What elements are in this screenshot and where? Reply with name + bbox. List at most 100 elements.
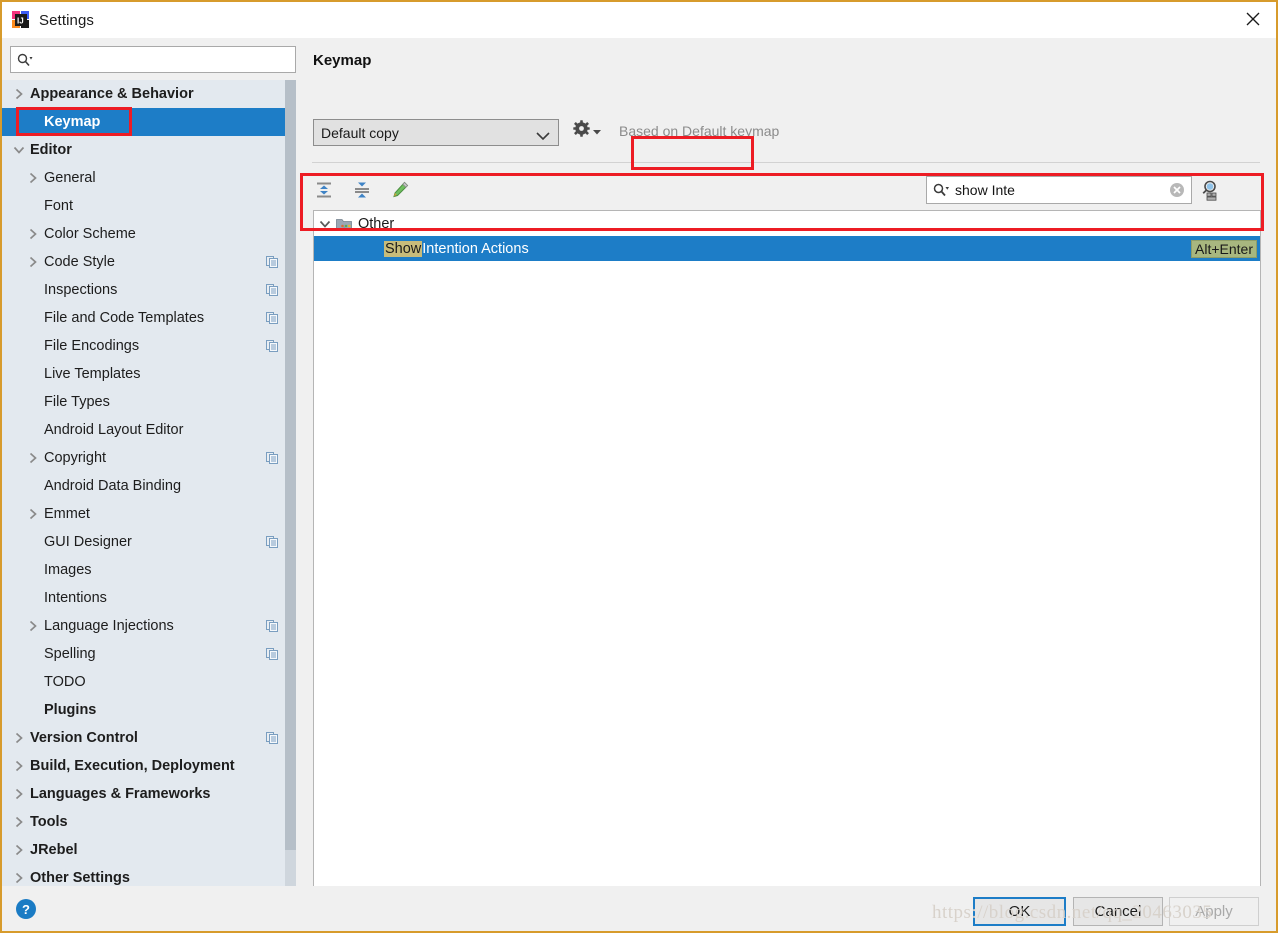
intellij-idea-icon: IJ xyxy=(11,10,31,30)
sidebar-item-android-layout-editor[interactable]: Android Layout Editor xyxy=(2,416,296,444)
keymap-panel: Keymap Default copyDefaultEclipseEmacsNe… xyxy=(297,38,1276,902)
based-on-label: Based on Default keymap xyxy=(619,123,780,139)
chevron-right-icon[interactable] xyxy=(24,452,42,464)
sidebar-item-general[interactable]: General xyxy=(2,164,296,192)
sidebar-scrollbar[interactable] xyxy=(285,80,296,886)
sidebar-item-label: Copyright xyxy=(44,450,107,466)
help-button[interactable]: ? xyxy=(16,899,36,919)
sidebar-item-label: Inspections xyxy=(44,282,118,298)
sidebar-item-language-injections[interactable]: Language Injections xyxy=(2,612,296,640)
shortcut-badge: Alt+Enter xyxy=(1191,239,1257,258)
sidebar-item-tools[interactable]: Tools xyxy=(2,808,296,836)
sidebar-item-label: Color Scheme xyxy=(44,226,136,242)
result-action-row[interactable]: Show Intention Actions Alt+Enter xyxy=(314,236,1260,261)
sidebar-item-other-settings[interactable]: Other Settings xyxy=(2,864,296,886)
sidebar-item-editor[interactable]: Editor xyxy=(2,136,296,164)
sidebar-item-build-execution-deployment[interactable]: Build, Execution, Deployment xyxy=(2,752,296,780)
sidebar-item-label: Images xyxy=(44,562,92,578)
copy-settings-icon[interactable] xyxy=(266,648,278,660)
sidebar-item-label: GUI Designer xyxy=(44,534,132,550)
copy-settings-icon[interactable] xyxy=(266,340,278,352)
sidebar-item-code-style[interactable]: Code Style xyxy=(2,248,296,276)
collapse-all-icon[interactable] xyxy=(351,179,373,201)
sidebar-item-copyright[interactable]: Copyright xyxy=(2,444,296,472)
find-by-shortcut-icon[interactable] xyxy=(1199,179,1221,201)
sidebar-item-jrebel[interactable]: JRebel xyxy=(2,836,296,864)
cancel-button[interactable]: Cancel xyxy=(1073,897,1163,926)
keymap-results-tree[interactable]: Other Show Intention Actions Alt+Enter xyxy=(313,210,1261,902)
svg-text:IJ: IJ xyxy=(17,17,24,26)
copy-settings-icon[interactable] xyxy=(266,536,278,548)
sidebar-item-intentions[interactable]: Intentions xyxy=(2,584,296,612)
shortcut-search-box[interactable] xyxy=(926,176,1192,204)
copy-settings-icon[interactable] xyxy=(266,284,278,296)
search-input[interactable] xyxy=(33,48,295,71)
sidebar-item-version-control[interactable]: Version Control xyxy=(2,724,296,752)
sidebar-item-languages-frameworks[interactable]: Languages & Frameworks xyxy=(2,780,296,808)
sidebar-item-file-types[interactable]: File Types xyxy=(2,388,296,416)
sidebar-item-emmet[interactable]: Emmet xyxy=(2,500,296,528)
sidebar-item-label: Font xyxy=(44,198,74,214)
chevron-right-icon[interactable] xyxy=(24,172,42,184)
keymap-settings-gear-button[interactable] xyxy=(573,120,601,142)
ok-button[interactable]: OK xyxy=(973,897,1066,926)
search-match-highlight: Show xyxy=(384,240,423,257)
sidebar-item-inspections[interactable]: Inspections xyxy=(2,276,296,304)
chevron-right-icon[interactable] xyxy=(24,508,42,520)
sidebar-item-gui-designer[interactable]: GUI Designer xyxy=(2,528,296,556)
edit-shortcut-icon[interactable] xyxy=(389,179,411,201)
sidebar-item-label: Editor xyxy=(30,142,72,158)
settings-dialog-window: IJ Settings Appearance & Behavior Keymap E… xyxy=(0,0,1278,933)
keymap-select-wrapper[interactable]: Default copyDefaultEclipseEmacsNetBeans … xyxy=(313,119,559,146)
copy-settings-icon[interactable] xyxy=(266,620,278,632)
expand-all-icon[interactable] xyxy=(313,179,335,201)
chevron-right-icon[interactable] xyxy=(24,228,42,240)
sidebar-item-spelling[interactable]: Spelling xyxy=(2,640,296,668)
settings-category-tree[interactable]: Appearance & Behavior Keymap Editor General… xyxy=(2,80,296,886)
chevron-right-icon[interactable] xyxy=(24,256,42,268)
settings-search-box[interactable] xyxy=(10,46,296,73)
chevron-right-icon[interactable] xyxy=(10,760,28,772)
chevron-down-icon[interactable] xyxy=(314,219,336,229)
page-title: Keymap xyxy=(313,52,372,69)
chevron-down-icon[interactable] xyxy=(10,145,28,155)
copy-settings-icon[interactable] xyxy=(266,312,278,324)
chevron-right-icon[interactable] xyxy=(24,620,42,632)
keymap-toolbar[interactable] xyxy=(313,176,411,204)
sidebar-item-label: Live Templates xyxy=(44,366,141,382)
sidebar-item-images[interactable]: Images xyxy=(2,556,296,584)
keymap-select[interactable]: Default copyDefaultEclipseEmacsNetBeans … xyxy=(313,119,559,146)
copy-settings-icon[interactable] xyxy=(266,732,278,744)
chevron-right-icon[interactable] xyxy=(10,872,28,884)
search-icon xyxy=(17,53,33,67)
chevron-right-icon[interactable] xyxy=(10,844,28,856)
chevron-right-icon[interactable] xyxy=(10,732,28,744)
shortcut-search-input[interactable] xyxy=(950,179,1169,201)
close-icon[interactable] xyxy=(1230,2,1276,36)
sidebar-item-appearance-behavior[interactable]: Appearance & Behavior xyxy=(2,80,296,108)
copy-settings-icon[interactable] xyxy=(266,256,278,268)
sidebar-item-label: File Encodings xyxy=(44,338,140,354)
sidebar-item-label: Plugins xyxy=(44,702,97,718)
chevron-right-icon[interactable] xyxy=(10,88,28,100)
sidebar-item-plugins[interactable]: Plugins xyxy=(2,696,296,724)
sidebar-item-keymap[interactable]: Keymap xyxy=(2,108,296,136)
sidebar-item-label: Spelling xyxy=(44,646,96,662)
sidebar-item-font[interactable]: Font xyxy=(2,192,296,220)
copy-settings-icon[interactable] xyxy=(266,452,278,464)
sidebar-item-android-data-binding[interactable]: Android Data Binding xyxy=(2,472,296,500)
sidebar-scrollbar-thumb[interactable] xyxy=(285,80,296,850)
dialog-footer: ? OK Cancel Apply xyxy=(2,886,1276,931)
chevron-right-icon[interactable] xyxy=(10,816,28,828)
sidebar-item-live-templates[interactable]: Live Templates xyxy=(2,360,296,388)
chevron-right-icon[interactable] xyxy=(10,788,28,800)
result-group-row[interactable]: Other xyxy=(314,211,1260,236)
sidebar-item-file-and-code-templates[interactable]: File and Code Templates xyxy=(2,304,296,332)
sidebar-item-todo[interactable]: TODO xyxy=(2,668,296,696)
sidebar-item-color-scheme[interactable]: Color Scheme xyxy=(2,220,296,248)
title-bar: IJ Settings xyxy=(2,2,1276,38)
divider xyxy=(312,162,1260,163)
clear-icon[interactable] xyxy=(1169,182,1185,198)
sidebar-item-label: Android Layout Editor xyxy=(44,422,184,438)
sidebar-item-file-encodings[interactable]: File Encodings xyxy=(2,332,296,360)
